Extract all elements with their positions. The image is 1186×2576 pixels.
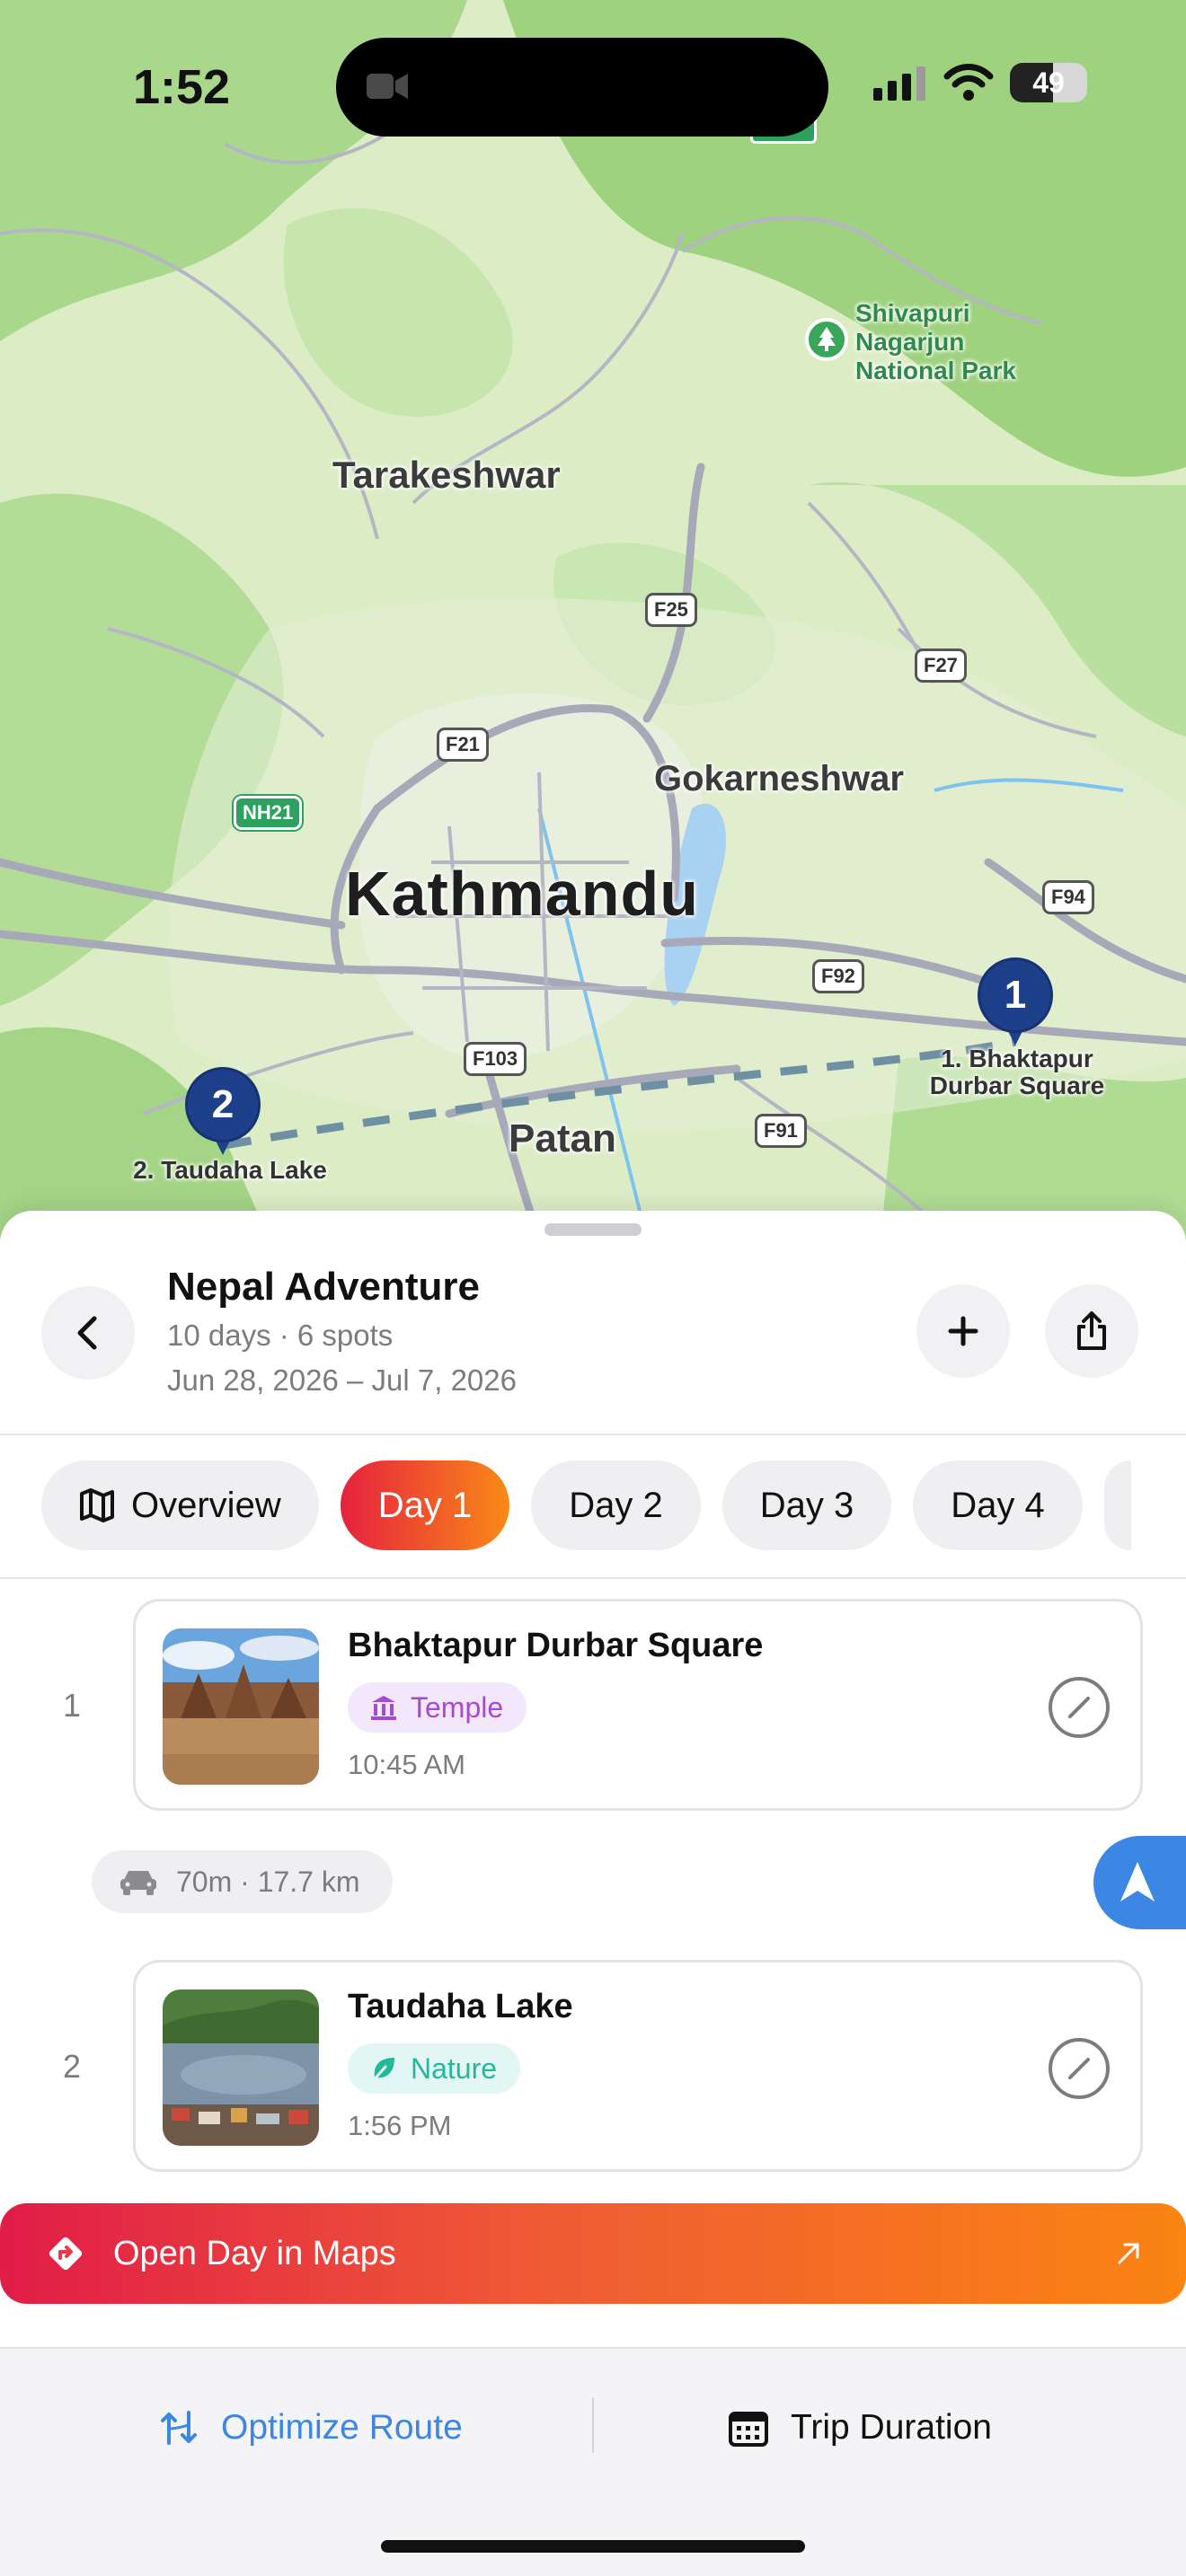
directions-icon [49, 2236, 83, 2271]
pencil-icon [1068, 2058, 1090, 2079]
status-icons: 49 [872, 63, 1087, 102]
plus-icon [948, 1316, 978, 1346]
road-shield: F91 [755, 1114, 807, 1148]
battery-icon: 49 [1010, 63, 1087, 102]
stop-time: 10:45 AM [348, 1749, 465, 1780]
road-shield: F27 [915, 648, 967, 683]
battery-level: 49 [1032, 66, 1065, 99]
share-icon [1077, 1311, 1106, 1350]
category-badge: Temple [348, 1682, 527, 1733]
day-tabs: Overview Day 1 Day 2 Day 3 Day 4 [41, 1460, 1131, 1550]
pin-number: 1 [978, 957, 1053, 1033]
trip-meta: 10 days · 6 spots [167, 1319, 394, 1352]
map-label-tarakeshwar: Tarakeshwar [332, 454, 561, 496]
sheet-grabber[interactable] [544, 1223, 642, 1236]
optimize-label: Optimize Route [221, 2408, 463, 2447]
edit-button[interactable] [1049, 1677, 1110, 1738]
duration-label: Trip Duration [791, 2408, 992, 2447]
navigate-button[interactable] [1093, 1836, 1186, 1929]
stop-name: Taudaha Lake [348, 1988, 573, 2025]
map-view[interactable]: Shivapuri Nagarjun National Park Tarakes… [0, 0, 1186, 1239]
tab-day-1[interactable]: Day 1 [340, 1460, 510, 1550]
map-icon [80, 1488, 114, 1522]
road-shield: NH21 [234, 796, 303, 830]
video-camera-icon [367, 74, 408, 99]
travel-label: 70m · 17.7 km [176, 1865, 360, 1898]
trip-title: Nepal Adventure [167, 1265, 481, 1309]
stop-name: Bhaktapur Durbar Square [348, 1627, 764, 1664]
road-shield: F92 [812, 959, 864, 993]
tab-overview[interactable]: Overview [41, 1460, 319, 1550]
map-pin-label-1: 1. Bhaktapur Durbar Square [929, 1045, 1105, 1099]
map-label-park: Shivapuri Nagarjun National Park [855, 299, 1016, 384]
share-button[interactable] [1045, 1284, 1138, 1378]
back-button[interactable] [41, 1286, 135, 1380]
road-shield: F21 [437, 728, 489, 762]
tab-label: Day 3 [759, 1485, 854, 1525]
status-time: 1:52 [133, 60, 231, 114]
road-shield: F103 [464, 1042, 527, 1076]
pin-number: 2 [185, 1067, 261, 1142]
road-shield: F94 [1042, 880, 1094, 914]
map-pin-2[interactable]: 2 [185, 1067, 261, 1157]
pencil-icon [1068, 1697, 1090, 1718]
route-swap-icon [161, 2411, 197, 2445]
map-label-gokarneshwar: Gokarneshwar [654, 759, 904, 798]
add-button[interactable] [916, 1284, 1010, 1378]
trip-dates: Jun 28, 2026 – Jul 7, 2026 [167, 1363, 517, 1397]
optimize-route-button[interactable]: Optimize Route [158, 2392, 463, 2464]
divider [592, 2397, 594, 2453]
trip-sheet: Nepal Adventure 10 days · 6 spots Jun 28… [0, 1211, 1186, 2576]
stop-index: 2 [63, 2048, 82, 2085]
arrow-up-right-icon [1118, 2243, 1139, 2264]
divider [0, 1434, 1186, 1435]
tab-label: Day 2 [569, 1485, 663, 1525]
map-label-kathmandu: Kathmandu [345, 859, 699, 929]
tab-label: Day 4 [951, 1485, 1045, 1525]
stop-card[interactable]: Taudaha Lake Nature 1:56 PM [133, 1960, 1143, 2172]
stop-time: 1:56 PM [348, 2110, 452, 2141]
car-icon [120, 1871, 156, 1895]
edit-button[interactable] [1049, 2038, 1110, 2099]
map-pin-label-2: 2. Taudaha Lake [133, 1156, 327, 1184]
stop-photo [163, 1989, 319, 2146]
tab-day-4[interactable]: Day 4 [913, 1460, 1083, 1550]
stop-index: 1 [63, 1687, 82, 1724]
open-day-in-maps-button[interactable]: Open Day in Maps [0, 2203, 1186, 2304]
chevron-left-icon [77, 1316, 97, 1350]
tab-next-partial[interactable] [1103, 1460, 1131, 1550]
category-badge: Nature [348, 2043, 521, 2094]
map-pin-1[interactable]: 1 [978, 957, 1053, 1047]
navigation-arrow-icon [1120, 1862, 1155, 1901]
map-label-patan: Patan [509, 1116, 616, 1160]
category-label: Temple [411, 1690, 504, 1724]
tab-day-3[interactable]: Day 3 [721, 1460, 892, 1550]
home-indicator[interactable] [381, 2540, 805, 2553]
stop-photo [163, 1628, 319, 1785]
tab-label: Day 1 [377, 1485, 473, 1525]
dynamic-island [336, 38, 828, 137]
temple-icon [371, 1696, 396, 1720]
trip-duration-button[interactable]: Trip Duration [728, 2392, 992, 2464]
tab-day-2[interactable]: Day 2 [531, 1460, 701, 1550]
signal-icon [873, 66, 925, 101]
tab-label: Overview [131, 1485, 281, 1525]
wifi-icon [943, 64, 994, 101]
road-shield: F25 [645, 593, 697, 627]
divider [0, 1577, 1186, 1579]
stop-card[interactable]: Bhaktapur Durbar Square Temple 10:45 AM [133, 1599, 1143, 1811]
tree-icon [805, 318, 848, 361]
category-label: Nature [411, 2051, 498, 2085]
open-maps-label: Open Day in Maps [113, 2234, 396, 2272]
calendar-icon [729, 2412, 768, 2447]
travel-segment: 70m · 17.7 km [92, 1850, 393, 1913]
leaf-icon [371, 2058, 394, 2083]
